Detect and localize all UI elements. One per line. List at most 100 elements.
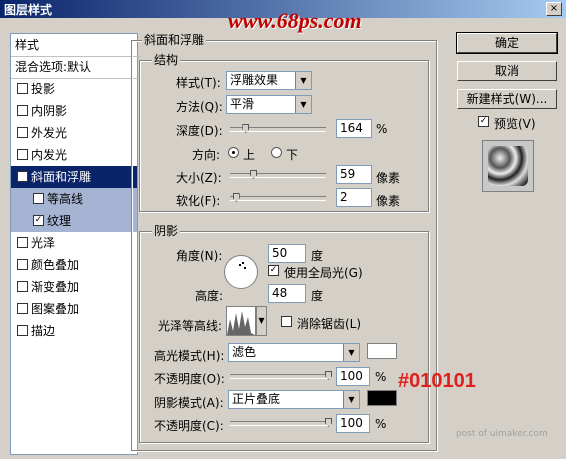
highlight-opacity-input[interactable]: 100 bbox=[336, 367, 370, 386]
altitude-unit: 度 bbox=[311, 289, 324, 303]
style-item[interactable]: ✓ 纹理 bbox=[11, 210, 137, 232]
soften-unit: 像素 bbox=[376, 194, 401, 208]
angle-label: 角度(N): bbox=[176, 249, 223, 263]
style-item[interactable]: 图案叠加 bbox=[11, 298, 137, 320]
ok-button[interactable]: 确定 bbox=[456, 32, 558, 54]
angle-dial-cross bbox=[239, 264, 241, 266]
direction-down-label: 下 bbox=[286, 148, 299, 162]
style-item[interactable]: 渐变叠加 bbox=[11, 276, 137, 298]
shadow-opacity-input[interactable]: 100 bbox=[336, 414, 370, 433]
angle-unit: 度 bbox=[311, 249, 324, 263]
texture-preview-swatch bbox=[488, 146, 528, 186]
blend-options-item[interactable]: 混合选项:默认 bbox=[11, 56, 141, 79]
style-item-checkbox[interactable] bbox=[17, 259, 28, 270]
style-item-checkbox[interactable] bbox=[17, 237, 28, 248]
altitude-label: 高度: bbox=[195, 289, 224, 303]
footer-watermark: post of uimaker.com bbox=[456, 429, 548, 439]
soften-label: 软化(F): bbox=[176, 194, 221, 208]
style-item-label: 描边 bbox=[31, 324, 56, 338]
style-item-label: 内发光 bbox=[31, 148, 68, 162]
highlight-mode-label: 高光模式(H): bbox=[154, 349, 225, 363]
style-item[interactable]: 描边 bbox=[11, 320, 137, 342]
style-item-checkbox[interactable] bbox=[17, 83, 28, 94]
altitude-input[interactable]: 48 bbox=[268, 284, 306, 303]
style-item[interactable]: ✓ 斜面和浮雕 bbox=[11, 166, 137, 188]
close-button[interactable]: × bbox=[546, 2, 562, 16]
shading-title: 阴影 bbox=[152, 222, 181, 239]
style-item-label: 图案叠加 bbox=[31, 302, 80, 316]
styles-header[interactable]: 样式 bbox=[11, 34, 141, 57]
chevron-down-icon: ▼ bbox=[343, 344, 359, 361]
style-item[interactable]: 内发光 bbox=[11, 144, 137, 166]
cancel-button[interactable]: 取消 bbox=[457, 61, 557, 81]
style-item-checkbox[interactable] bbox=[17, 105, 28, 116]
chevron-down-icon: ▼ bbox=[343, 391, 359, 408]
depth-label: 深度(D): bbox=[176, 124, 223, 138]
style-item-label: 纹理 bbox=[47, 214, 72, 228]
angle-dial[interactable] bbox=[224, 255, 258, 289]
technique-label: 方法(Q): bbox=[176, 100, 223, 114]
color-annotation: #010101 bbox=[398, 370, 476, 392]
style-item-checkbox[interactable] bbox=[17, 149, 28, 160]
style-preview-thumbnail bbox=[482, 140, 534, 192]
direction-down-radio[interactable] bbox=[271, 147, 282, 158]
antialias-checkbox[interactable] bbox=[281, 316, 292, 327]
depth-unit: % bbox=[376, 122, 388, 136]
technique-value: 平滑 bbox=[230, 97, 255, 111]
new-style-button[interactable]: 新建样式(W)... bbox=[457, 89, 557, 109]
shadow-opacity-slider[interactable] bbox=[230, 421, 330, 426]
size-label: 大小(Z): bbox=[176, 171, 222, 185]
style-item-label: 颜色叠加 bbox=[31, 258, 80, 272]
style-item-checkbox[interactable] bbox=[17, 325, 28, 336]
shadow-opacity-unit: % bbox=[375, 417, 387, 431]
shadow-opacity-label: 不透明度(C): bbox=[154, 419, 224, 433]
style-item-label: 等高线 bbox=[47, 192, 84, 206]
style-item-checkbox[interactable]: ✓ bbox=[33, 215, 44, 226]
size-slider[interactable] bbox=[230, 173, 326, 178]
style-item-label: 渐变叠加 bbox=[31, 280, 80, 294]
style-item-label: 斜面和浮雕 bbox=[31, 170, 92, 184]
angle-dial-cross bbox=[244, 267, 246, 269]
contour-curve-icon bbox=[227, 311, 255, 335]
style-item[interactable]: 投影 bbox=[11, 78, 137, 100]
style-item[interactable]: 外发光 bbox=[11, 122, 137, 144]
style-item-checkbox[interactable]: ✓ bbox=[17, 171, 28, 182]
highlight-mode-select[interactable]: 滤色 ▼ bbox=[228, 343, 360, 362]
shadow-mode-label: 阴影模式(A): bbox=[154, 396, 224, 410]
chevron-down-icon: ▼ bbox=[258, 316, 265, 325]
technique-select[interactable]: 平滑 ▼ bbox=[226, 95, 312, 114]
size-input[interactable]: 59 bbox=[336, 165, 372, 184]
highlight-opacity-label: 不透明度(O): bbox=[154, 372, 225, 386]
style-item[interactable]: 等高线 bbox=[11, 188, 137, 210]
direction-up-label: 上 bbox=[243, 148, 256, 162]
shadow-color-swatch[interactable] bbox=[367, 390, 397, 406]
preview-checkbox[interactable]: ✓ bbox=[478, 116, 489, 127]
highlight-mode-value: 滤色 bbox=[232, 345, 257, 359]
style-item-checkbox[interactable] bbox=[17, 127, 28, 138]
highlight-opacity-slider[interactable] bbox=[230, 374, 330, 379]
style-item[interactable]: 内阴影 bbox=[11, 100, 137, 122]
soften-input[interactable]: 2 bbox=[336, 188, 372, 207]
style-item-checkbox[interactable] bbox=[17, 303, 28, 314]
style-item-checkbox[interactable] bbox=[33, 193, 44, 204]
gloss-contour-dropdown[interactable]: ▼ bbox=[256, 306, 267, 336]
style-item[interactable]: 颜色叠加 bbox=[11, 254, 137, 276]
soften-slider[interactable] bbox=[230, 196, 326, 201]
depth-input[interactable]: 164 bbox=[336, 119, 372, 138]
shadow-mode-select[interactable]: 正片叠底 ▼ bbox=[228, 390, 360, 409]
site-watermark: www.68ps.com bbox=[228, 8, 362, 33]
angle-input[interactable]: 50 bbox=[268, 244, 306, 263]
chevron-down-icon: ▼ bbox=[295, 96, 311, 113]
global-light-checkbox[interactable]: ✓ bbox=[268, 265, 279, 276]
highlight-color-swatch[interactable] bbox=[367, 343, 397, 359]
style-item-label: 投影 bbox=[31, 82, 56, 96]
gloss-contour-swatch[interactable] bbox=[226, 306, 256, 336]
gloss-contour-label: 光泽等高线: bbox=[158, 319, 223, 333]
direction-up-radio[interactable] bbox=[228, 147, 239, 158]
style-item-label: 光泽 bbox=[31, 236, 56, 250]
style-item[interactable]: 光泽 bbox=[11, 232, 137, 254]
style-item-checkbox[interactable] bbox=[17, 281, 28, 292]
chevron-down-icon: ▼ bbox=[295, 72, 311, 89]
style-select[interactable]: 浮雕效果 ▼ bbox=[226, 71, 312, 90]
style-value: 浮雕效果 bbox=[230, 73, 279, 87]
